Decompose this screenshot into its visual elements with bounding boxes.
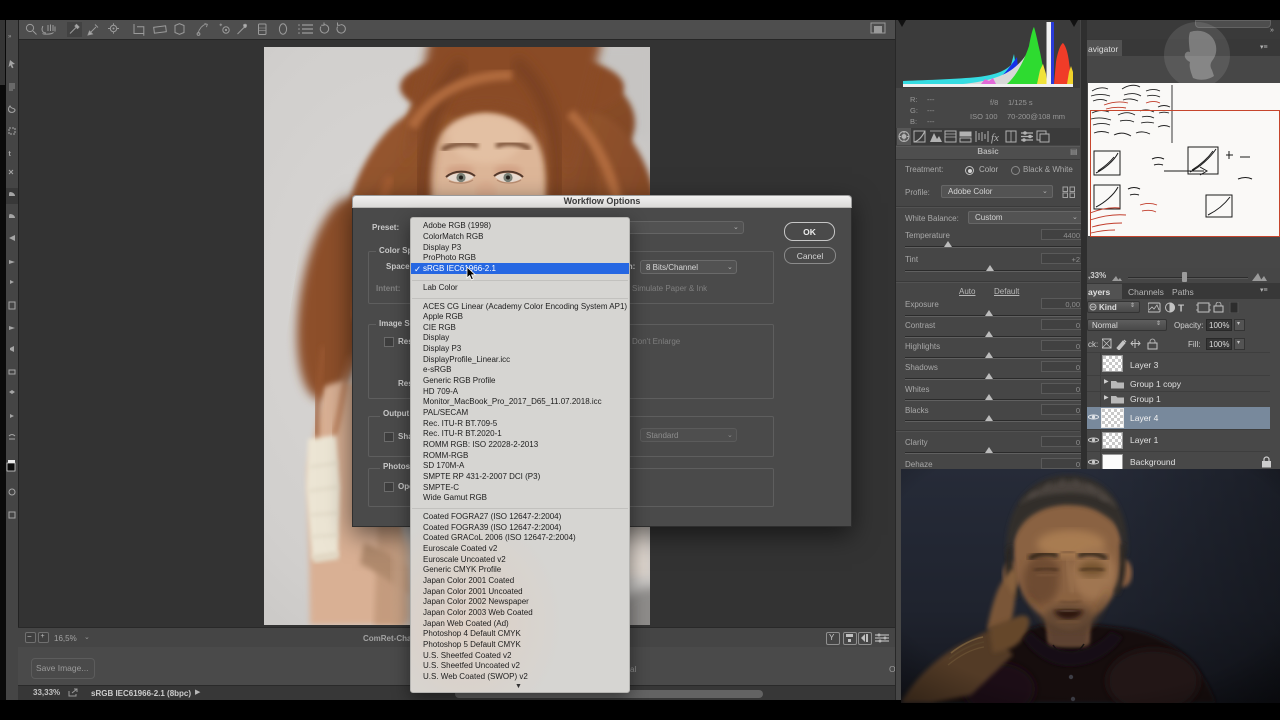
svg-text:»: » (8, 34, 12, 40)
svg-text:T: T (1178, 304, 1184, 314)
svg-text:t: t (9, 151, 12, 158)
svg-text:fx: fx (991, 132, 999, 144)
